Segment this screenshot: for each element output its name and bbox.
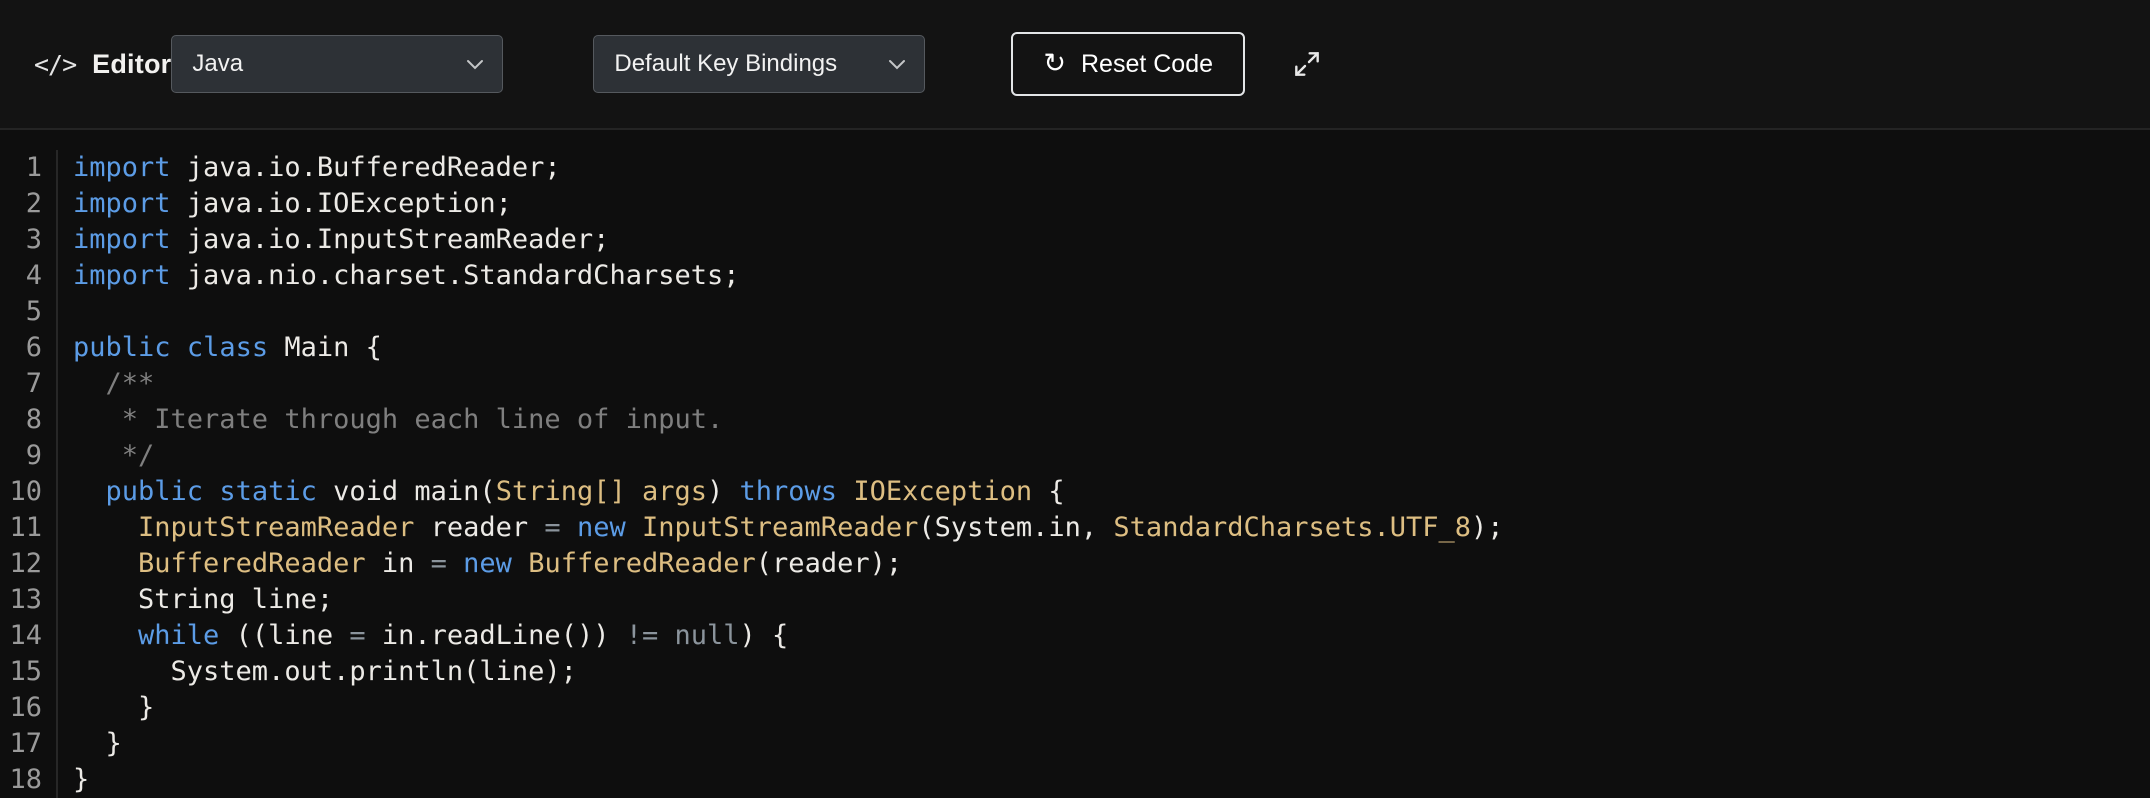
line-number: 4 [0,258,58,294]
line-number: 9 [0,438,58,474]
chevron-down-icon [466,59,484,70]
code-text: import java.nio.charset.StandardCharsets… [73,260,740,291]
editor-title: </> Editor [34,49,171,80]
code-text: /** [73,368,155,399]
code-text: while ((line = in.readLine()) != null) { [138,620,789,651]
code-line[interactable]: 14 while ((line = in.readLine()) != null… [0,618,2150,654]
chevron-down-icon [888,59,906,70]
code-line[interactable]: 17 } [0,726,2150,762]
code-line[interactable]: 2 import java.io.IOException; [0,186,2150,222]
line-number: 1 [0,150,58,186]
line-number: 6 [0,330,58,366]
code-line[interactable]: 11 InputStreamReader reader = new InputS… [0,510,2150,546]
line-number: 18 [0,762,58,798]
reset-icon: ↻ [1043,47,1066,78]
code-text: System.out.println(line); [73,656,577,687]
keybindings-select-value: Default Key Bindings [614,50,838,77]
code-line[interactable]: 13 String line; [0,582,2150,618]
code-text: BufferedReader in = new BufferedReader(r… [138,548,903,579]
code-text: import java.io.IOException; [73,188,512,219]
code-text: } [73,728,122,759]
line-number: 3 [0,222,58,258]
line-number: 16 [0,690,58,726]
code-line[interactable]: 8 * Iterate through each line of input. [0,402,2150,438]
code-editor[interactable]: 1 import java.io.BufferedReader; 2 import j… [0,130,2150,798]
code-line[interactable]: 3 import java.io.InputStreamReader; [0,222,2150,258]
code-text: public static void main(String[] args) t… [105,476,1065,507]
line-number: 10 [0,474,58,510]
expand-icon[interactable] [1291,48,1323,80]
page-title: Editor [92,48,172,79]
code-line[interactable]: 15 System.out.println(line); [0,654,2150,690]
reset-code-button[interactable]: ↻ Reset Code [1011,32,1246,96]
line-number: 14 [0,618,58,654]
code-text: String line; [73,584,334,615]
code-icon: </> [34,49,77,79]
code-line[interactable]: 7 /** [0,366,2150,402]
line-number: 2 [0,186,58,222]
line-number: 8 [0,402,58,438]
line-number: 5 [0,294,58,330]
line-number: 7 [0,366,58,402]
code-line[interactable]: 6 public class Main { [0,330,2150,366]
code-text: InputStreamReader reader = new InputStre… [138,512,1504,543]
code-text: * Iterate through each line of input. [73,404,724,435]
code-text: } [73,764,90,795]
header: </> Editor Java Default Key Bindings ↻ R… [0,0,2150,130]
code-line[interactable]: 5 [0,294,2150,330]
code-line[interactable]: 18} [0,762,2150,798]
language-select-value: Java [192,50,244,77]
code-text: } [73,692,155,723]
line-number: 11 [0,510,58,546]
code-line[interactable]: 10 public static void main(String[] args… [0,474,2150,510]
code-line[interactable]: 1 import java.io.BufferedReader; [0,150,2150,186]
code-text: */ [73,440,155,471]
language-select[interactable]: Java [171,35,504,93]
line-number: 17 [0,726,58,762]
keybindings-select[interactable]: Default Key Bindings [593,35,926,93]
code-text: import java.io.BufferedReader; [73,152,561,183]
code-text: import java.io.InputStreamReader; [73,224,610,255]
code-line[interactable]: 12 BufferedReader in = new BufferedReade… [0,546,2150,582]
code-line[interactable]: 16 } [0,690,2150,726]
code-text: public class Main { [73,332,382,363]
line-number: 15 [0,654,58,690]
code-line[interactable]: 9 */ [0,438,2150,474]
line-number: 13 [0,582,58,618]
code-line[interactable]: 4 import java.nio.charset.StandardCharset… [0,258,2150,294]
reset-code-label: Reset Code [1080,49,1214,78]
line-number: 12 [0,546,58,582]
